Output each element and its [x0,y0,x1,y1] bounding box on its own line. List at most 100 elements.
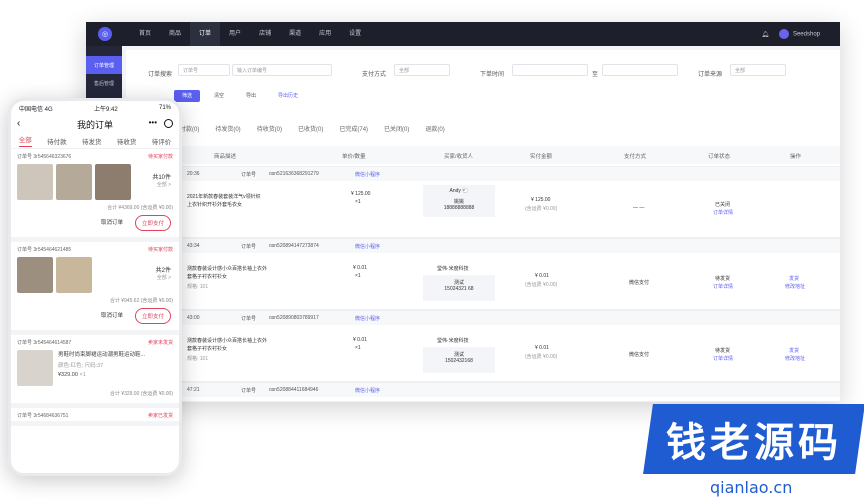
card-order-no: 订单号 3r545464621485 [17,247,72,253]
phone-mockup: 中国电信 4G 上午9:42 71% ‹ 我的订单 ••• 全部 待付款 待发货… [8,98,182,476]
nav-goods[interactable]: 商品 [160,22,190,46]
all-items-link[interactable]: 全部 > [157,181,171,188]
ship-button[interactable]: 发货 [789,275,799,282]
back-icon[interactable]: ‹ [17,118,20,129]
battery: 71% [158,105,171,111]
end-date-input[interactable] [602,64,678,76]
order-detail-link[interactable]: 订单详情 [713,283,733,290]
product-desc-line2: 上衣针织开衫外套毛衣女 [187,202,243,208]
paid-note: (含运费 ¥0.00) [525,206,558,212]
buyer-name: Andy 🐑 [449,188,469,194]
clock: 上午9:42 [93,106,118,113]
channel-badge: 微信小程序 [355,316,381,322]
all-items-link[interactable]: 全部 > [157,274,171,281]
filter-button[interactable]: 筛选 [174,90,201,102]
product-desc-line1: 测款春装设计感小众百搭长袖上衣外 [187,338,268,344]
phone-status-bar: 中国电信 4G 上午9:42 71% [11,101,179,115]
edit-address-button[interactable]: 修改地址 [785,355,805,362]
tab-unreceived[interactable]: 待收货 [117,136,137,146]
channel-badge: 微信小程序 [355,244,381,250]
order-time: 43:00 [187,315,200,321]
order-row: 20:36 订单号 osn521636368291279 微信小程序 2021年… [174,166,840,238]
user-menu[interactable]: Seedshop [778,29,820,39]
col-ops: 操作 [790,154,802,160]
channel-badge: 微信小程序 [355,172,381,178]
tab-unshipped[interactable]: 待发货(0) [215,124,240,133]
tab-all[interactable]: 全部 [18,134,32,147]
card-order-no: 订单号 3r54684636751 [17,413,69,419]
top-right: 🔔︎ Seedshop [761,22,820,46]
export-button[interactable]: 导出 [238,90,264,102]
start-date-input[interactable] [512,64,588,76]
pay-now-button[interactable]: 立即支付 [134,308,171,324]
product-line[interactable]: 男鞋时尚束脚裙运动潮男鞋运动鞋... 颜色:红色; 尺码:37 ¥329.00 … [11,348,179,388]
order-status: 已关闭 [715,202,731,208]
watermark-logo: 钱老源码 [643,404,864,474]
product-spec: 颜色:红色; 尺码:37 [58,363,104,369]
order-no-input[interactable]: 输入订单编号 [232,64,332,76]
order-row: 43:00 订单号 osn520890803789917 微信小程序 测款春装设… [174,310,840,382]
tab-unpaid[interactable]: 待付款 [47,136,67,146]
bell-icon[interactable]: 🔔︎ [761,31,769,38]
top-nav: 首页 商品 订单 用户 店铺 渠道 应用 设置 [130,22,370,46]
order-status: 待发货 [715,348,731,354]
sidebar-item-aftersale[interactable]: 售后管理 [86,74,122,92]
ship-button[interactable]: 发货 [789,347,799,354]
nav-apps[interactable]: 应用 [310,22,340,46]
order-body: 2021年新款春装套装洋气v领针织 上衣针织开衫外套毛衣女 ¥ 125.00 ×… [175,181,840,237]
receiver-name: 测试 [453,280,464,286]
tab-review[interactable]: 待评价 [152,136,172,146]
order-no-label: 订单号 [241,316,257,322]
receiver-name: 测试 [453,352,464,358]
order-no-label: 订单号 [241,244,257,250]
tab-unreceived[interactable]: 待收货(0) [257,124,282,133]
product-desc-line1: 2021年新款春装套装洋气v领针织 [187,194,261,200]
product-image [56,164,92,200]
nav-users[interactable]: 用户 [220,22,250,46]
clear-button[interactable]: 清空 [206,90,232,102]
product-desc-line2: 套格子衬衣衬衫女 [187,274,228,280]
logo-icon[interactable]: ◎ [98,27,112,41]
close-miniapp-icon[interactable] [164,119,173,128]
product-name: 男鞋时尚束脚裙运动潮男鞋运动鞋... [58,352,146,358]
phone-title-bar: ‹ 我的订单 ••• [11,115,179,133]
cancel-order-button[interactable]: 取消订单 [95,308,129,324]
nav-channels[interactable]: 渠道 [280,22,310,46]
quantity: ×1 [355,199,361,205]
tab-received[interactable]: 已收货(0) [298,124,323,133]
pay-now-button[interactable]: 立即支付 [134,215,171,231]
tab-unshipped[interactable]: 待发货 [82,136,102,146]
receiver-box: 测试 15024321 68 [423,275,495,301]
product-spec: 规格: 101 [187,284,209,290]
product-qty: ×1 [79,372,86,378]
order-card: 订单号 3r545464621485 待买家付款 共2件 全部 > 合计 ¥945… [11,242,179,335]
order-no: osn521636368291279 [269,171,319,177]
tab-completed[interactable]: 已完成(74) [339,124,368,133]
cancel-order-button[interactable]: 取消订单 [95,215,129,231]
order-no-label: 订单号 [241,388,257,394]
nav-shop[interactable]: 店铺 [250,22,280,46]
product-desc-line1: 测款春装设计感小众百搭长袖上衣外 [187,266,268,272]
product-images[interactable]: 共2件 全部 > [11,255,179,295]
nav-settings[interactable]: 设置 [340,22,370,46]
card-order-no: 订单号 3r545464614587 [17,340,72,346]
tab-refund[interactable]: 退款(0) [425,124,444,133]
order-detail-link[interactable]: 订单详情 [713,209,733,216]
main-panel: 订单搜索 订单号 输入订单编号 支付方式 全部 下单时间 至 订单来源 全部 筛… [126,50,840,402]
edit-address-button[interactable]: 修改地址 [785,283,805,290]
sidebar-item-orders[interactable]: 订单管理 [86,56,122,74]
order-detail-link[interactable]: 订单详情 [713,355,733,362]
order-tabs: 待付款(0) 待发货(0) 待收货(0) 已收货(0) 已完成(74) 已关闭(… [174,124,445,133]
more-icon[interactable]: ••• [149,118,157,127]
order-no: osn520884411684946 [269,387,319,393]
nav-orders[interactable]: 订单 [190,22,221,46]
source-select[interactable]: 全部 [730,64,786,76]
avatar [778,29,789,39]
buyer-box: Andy 🐑 姚姚 18888888888 [423,185,495,217]
product-images[interactable]: 共10件 全部 > [11,162,179,202]
pay-method-select[interactable]: 全部 [394,64,450,76]
nav-home[interactable]: 首页 [130,22,160,46]
tab-closed[interactable]: 已关闭(0) [384,124,409,133]
export-history-link[interactable]: 导出历史 [270,90,306,102]
order-no-select[interactable]: 订单号 [178,64,230,76]
